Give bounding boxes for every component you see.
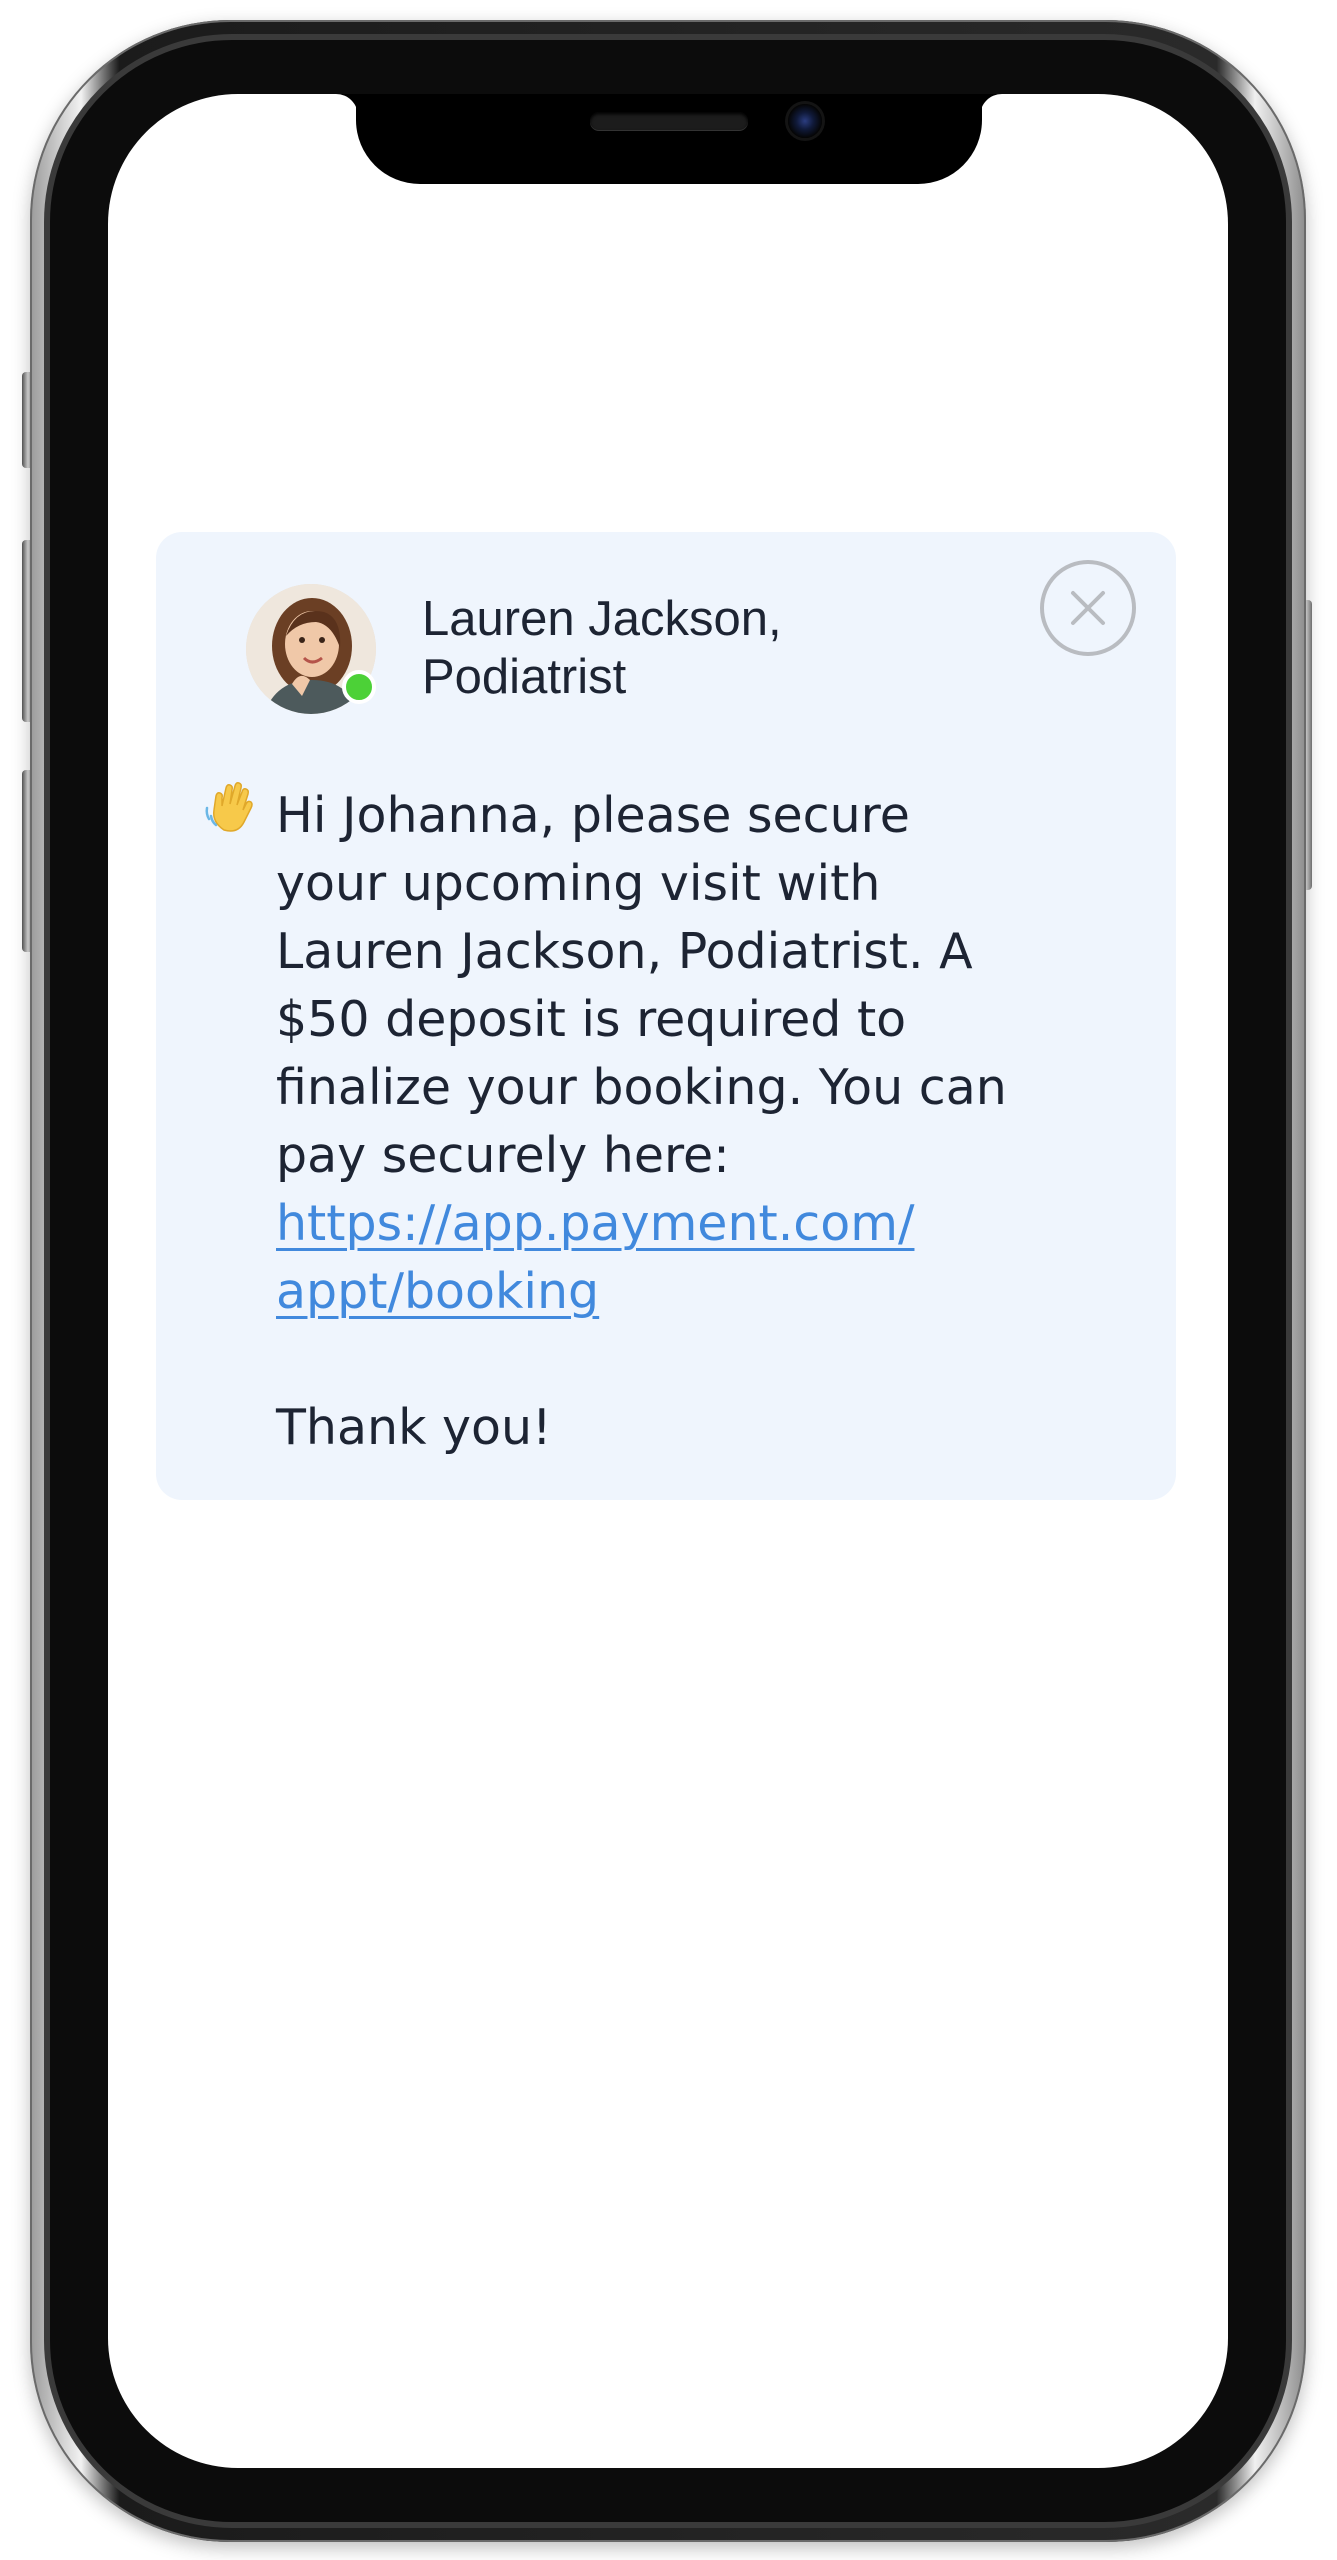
message-text-line: finalize your booking. You can [276,1059,1007,1116]
message-body: Hi Johanna, please secure your upcoming … [276,782,1116,1462]
message-text-line: pay securely here: [276,1127,730,1184]
message-text-line: $50 deposit is required to [276,991,907,1048]
payment-link-line: appt/booking [276,1263,600,1320]
phone-notch [356,94,982,184]
message-text-line: Lauren Jackson, Podiatrist. A [276,923,973,980]
sender-name: Lauren Jackson, Podiatrist [422,590,942,706]
phone-mockup: Lauren Jackson, Podiatrist Hi Johanna, p… [0,0,1337,2560]
sender-title-line: Podiatrist [422,650,627,704]
message-notification-card[interactable]: Lauren Jackson, Podiatrist Hi Johanna, p… [156,532,1176,1500]
front-camera-icon [788,104,822,138]
notch-corner [336,94,358,116]
speaker-grille [590,112,748,130]
sender-name-line: Lauren Jackson, [422,592,782,646]
close-button[interactable] [1040,560,1136,656]
online-status-icon [342,670,376,704]
payment-link[interactable]: https://app.payment.com/ appt/booking [276,1190,1036,1326]
waving-hand-icon [202,778,262,838]
notch-corner [980,94,1002,116]
message-text-line: your upcoming visit with [276,855,881,912]
phone-screen: Lauren Jackson, Podiatrist Hi Johanna, p… [108,94,1228,2468]
payment-link-line: https://app.payment.com/ [276,1195,915,1252]
message-text-line: Hi Johanna, please secure [276,787,910,844]
close-icon [1071,591,1105,625]
closing-text: Thank you! [276,1399,552,1456]
